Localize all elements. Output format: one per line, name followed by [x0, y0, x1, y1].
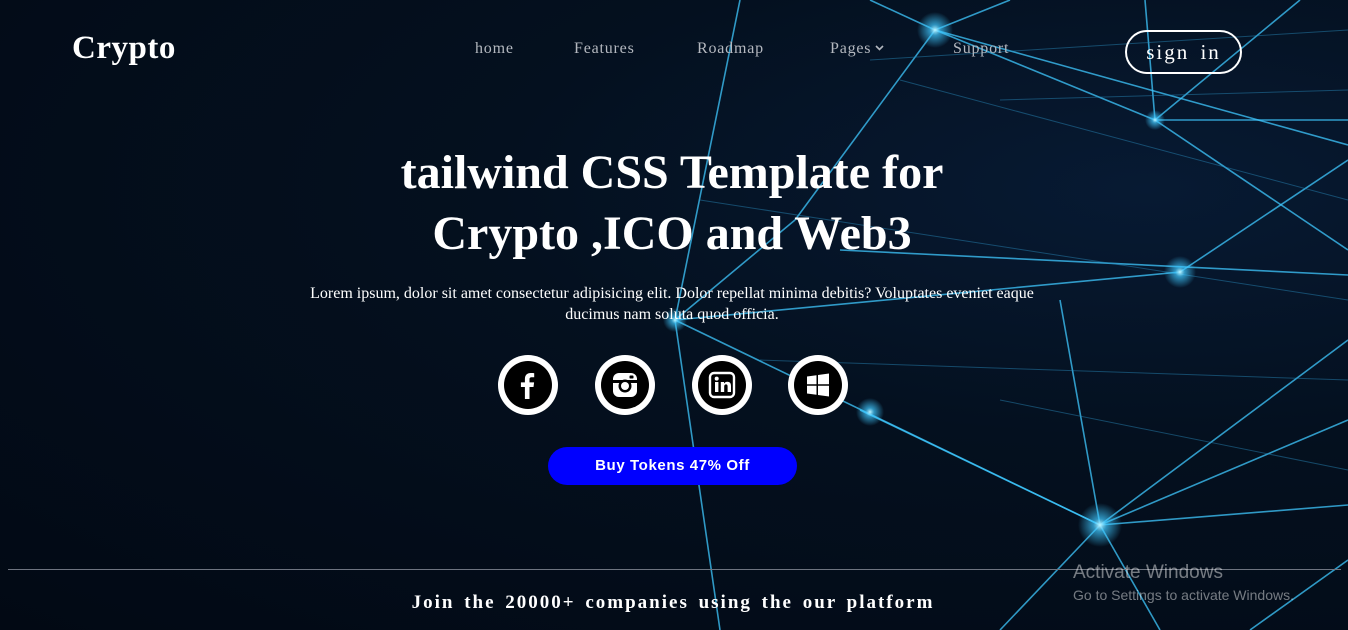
nav-item-roadmap[interactable]: Roadmap	[697, 40, 764, 58]
chevron-down-icon	[875, 38, 884, 56]
nav-item-features[interactable]: Features	[574, 40, 635, 58]
nav-item-pages[interactable]: Pages	[830, 40, 884, 58]
windows-icon	[807, 373, 829, 397]
watermark-subtitle: Go to Settings to activate Windows.	[1073, 587, 1294, 603]
facebook-icon	[520, 373, 535, 399]
instagram-link[interactable]	[595, 355, 655, 415]
activate-windows-watermark: Activate Windows Go to Settings to activ…	[1073, 562, 1294, 605]
sign-in-button[interactable]: sign in	[1125, 30, 1242, 74]
watermark-title: Activate Windows	[1073, 562, 1223, 583]
landing-page: Crypto home Features Roadmap Pages Suppo…	[0, 0, 1348, 630]
hero-title: tailwind CSS Template for Crypto ,ICO an…	[270, 142, 1074, 264]
buy-tokens-button[interactable]: Buy Tokens 47% Off	[548, 447, 797, 485]
nav-item-support[interactable]: Support	[953, 40, 1009, 58]
facebook-link[interactable]	[498, 355, 558, 415]
linkedin-link[interactable]	[692, 355, 752, 415]
hero-description: Lorem ipsum, dolor sit amet consectetur …	[310, 285, 1034, 323]
social-links	[0, 355, 1348, 415]
nav-item-pages-label: Pages	[830, 40, 872, 57]
hero-title-line-2: Crypto ,ICO and Web3	[432, 207, 912, 260]
instagram-icon	[613, 373, 637, 397]
hero-title-line-1: tailwind CSS Template for	[400, 146, 944, 199]
nav-item-home[interactable]: home	[475, 40, 514, 58]
linkedin-icon	[708, 371, 736, 399]
windows-link[interactable]	[788, 355, 848, 415]
